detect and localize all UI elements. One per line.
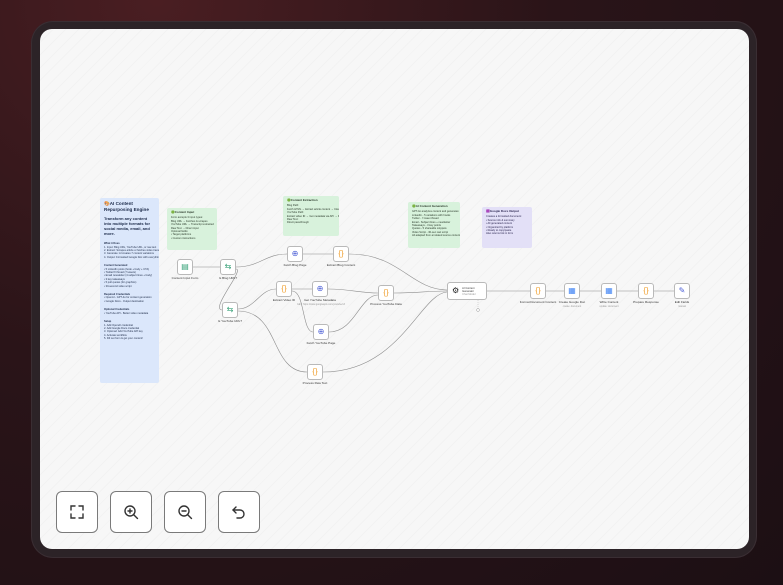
zoom-in-button[interactable] (110, 491, 152, 533)
label-is-blog-url: Is Blog URL? (218, 276, 238, 280)
code-icon: {} (338, 249, 344, 258)
node-ai-content-generator[interactable]: ⚙ AI Content Generator Chat Model (447, 282, 487, 300)
note-line: 4. Output: Formatted Google Doc with eve… (104, 255, 159, 259)
label-content-input-form: Content Input Form (171, 276, 199, 280)
google-docs-icon: ▦ (568, 286, 576, 295)
code-icon: {} (643, 286, 649, 295)
node-label-text: Get YouTube Metadata (304, 298, 336, 302)
note-title: 🎨AI Content Repurposing Engine (104, 201, 149, 212)
edge-process-ai (393, 290, 448, 294)
note-line: • 30-second video script (104, 284, 132, 288)
label-extract-blog-content: Extract Blog Content (326, 263, 356, 267)
note-line: • Custom instructions (171, 236, 196, 240)
note-content-input[interactable]: 🟢Content Input Form accepts 3 input type… (167, 208, 217, 250)
note-google-docs[interactable]: 🟪Google Docs Output Creates a formatted … (482, 207, 532, 248)
code-icon: {} (312, 367, 318, 376)
node-get-youtube-metadata[interactable]: ⊕ (312, 281, 328, 297)
fit-view-button[interactable] (56, 491, 98, 533)
fullscreen-icon (70, 505, 84, 519)
node-content-input-form[interactable]: ▤ (177, 259, 193, 275)
note-ai-generation[interactable]: 🟢AI Content Generation GPT-4o analyzes c… (408, 202, 460, 248)
main-sticky-note[interactable]: 🎨AI Content Repurposing Engine Transform… (100, 198, 159, 383)
zoom-out-button[interactable] (164, 491, 206, 533)
node-sublabel: GET: https://www.googleapis.com/youtube/… (297, 302, 345, 306)
globe-icon: ⊕ (291, 249, 299, 258)
node-extract-blog-content[interactable]: {} (333, 246, 349, 262)
label-is-youtube-url: Is YouTube URL? (217, 319, 243, 323)
node-sublabel: Chat Model (462, 292, 476, 296)
label-fetch-youtube-page: Fetch YouTube Page (306, 341, 336, 345)
node-label-text: Create Google Doc (558, 300, 586, 304)
form-icon: ▤ (181, 262, 189, 271)
globe-icon: ⊕ (317, 327, 325, 336)
workflow-canvas[interactable]: 🎨AI Content Repurposing Engine Transform… (40, 29, 749, 549)
label-fetch-blog-page: Fetch Blog Page (283, 263, 307, 267)
node-process-youtube-data[interactable]: {} (378, 285, 394, 301)
node-sublabel: update: document (599, 304, 619, 308)
node-is-blog-url[interactable]: ⇆ (220, 259, 236, 275)
note-line: All adapted from ai related source conte… (412, 234, 460, 238)
note-title: 🟢Content Extraction (287, 198, 318, 202)
note-title: 🟢Content Input (171, 210, 195, 214)
note-title: 🟢AI Content Generation (412, 204, 448, 208)
code-icon: {} (281, 284, 287, 293)
switch-icon: ⇆ (226, 305, 234, 314)
node-fetch-blog-page[interactable]: ⊕ (287, 246, 303, 262)
code-icon: {} (383, 288, 389, 297)
note-line: • YouTube API - Better video metadata (104, 311, 149, 315)
label-process-raw-text: Process Raw Text (302, 381, 328, 385)
note-subtitle: Transform any content into multiple form… (104, 216, 150, 237)
node-prepare-response[interactable]: {} (638, 283, 654, 299)
label-edit-fields: Edit Fields manual (659, 300, 705, 308)
zoom-in-icon (124, 505, 139, 520)
node-label-text: Edit Fields (674, 300, 690, 304)
chat-model-port (476, 308, 480, 312)
switch-icon: ⇆ (224, 262, 232, 271)
edge-metadata-process (327, 288, 379, 294)
node-create-google-doc[interactable]: ▦ (564, 283, 580, 299)
globe-icon: ⊕ (316, 284, 324, 293)
node-format-document-content[interactable]: {} (530, 283, 546, 299)
code-icon: {} (535, 286, 541, 295)
node-edit-fields[interactable]: ✎ (674, 283, 690, 299)
node-extract-video-id[interactable]: {} (276, 281, 292, 297)
google-docs-icon: ▦ (605, 286, 613, 295)
note-line: Direct passthrough (287, 221, 309, 225)
undo-button[interactable] (218, 491, 260, 533)
node-sublabel: manual (678, 304, 686, 308)
note-content-extraction[interactable]: 🟢Content Extraction Blog Path: Fetch HTM… (283, 196, 339, 236)
label-process-youtube-data: Process YouTube Data (370, 302, 402, 306)
node-is-youtube-url[interactable]: ⇆ (222, 302, 238, 318)
node-label-text: Write Content (599, 300, 619, 304)
openai-icon: ⚙ (452, 286, 460, 295)
node-fetch-youtube-page[interactable]: ⊕ (313, 324, 329, 340)
note-line: • Google Docs - Output destination (104, 299, 144, 303)
note-title: 🟪Google Docs Output (486, 209, 519, 213)
note-line: Also returns link in form (486, 232, 514, 236)
pencil-icon: ✎ (678, 286, 686, 295)
edge-extractblog-ai (348, 253, 448, 291)
note-line: 5. Fill out form & get your content! (104, 337, 143, 341)
undo-icon (232, 506, 245, 519)
label-get-youtube-metadata: Get YouTube Metadata GET: https://www.go… (297, 298, 345, 306)
node-write-content[interactable]: ▦ (601, 283, 617, 299)
node-inline-label: AI Content Generator Chat Model (462, 287, 486, 296)
zoom-out-icon (178, 505, 193, 520)
node-process-raw-text[interactable]: {} (307, 364, 323, 380)
